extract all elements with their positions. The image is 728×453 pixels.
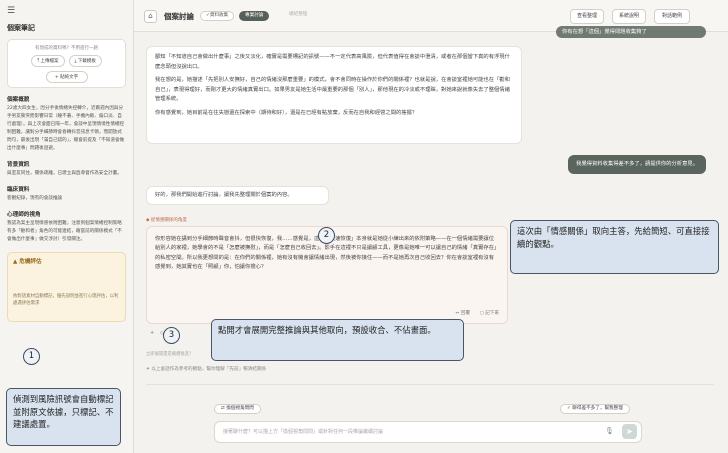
send-icon[interactable]: ➤: [622, 424, 637, 439]
risk-flag-item[interactable]: 依對話素材自動標記，優先說明並進行心理評估，以利處遇評估需求: [13, 293, 120, 307]
system-help-button[interactable]: 系統說明: [612, 9, 646, 24]
section-body[interactable]: 客觀紀錄，現有的會談推論: [7, 195, 126, 203]
note-button[interactable]: ◻ 記下來: [480, 309, 499, 318]
risk-assessment-heading: ▲ 危機評估: [13, 259, 42, 265]
section-heading: 臨床資料: [7, 187, 30, 193]
perspective-label: ◆ 從情感關係的角度: [146, 218, 187, 223]
finish-and-summarize-button[interactable]: ✓ 聊得差不多了，幫我整理: [560, 404, 630, 414]
section-overview: 個案概貌 22歲大四女生，因分手後情緒失控轉介，近兩週內因與分手男友衝突而影響日…: [7, 95, 126, 153]
message-paragraph: 我在想的是，她描述「先把別人安撫好，自己的情緒沒那麼重要」的模式，會不會同時在操…: [155, 77, 510, 103]
reply-button[interactable]: ↔ 回覆: [455, 309, 470, 318]
chat-input[interactable]: 接著聊什麼？可以描上方「換個視角問問」或針對任何一段推論繼續討論: [214, 421, 642, 443]
assistant-message: 好的，那我們開始進行討論，讓我先整理關於個案的內容。: [146, 186, 329, 205]
message-paragraph: 你有感覺到，她目前是在往失戀還在探索中（期待和好），還是在已經有點放棄，反而在自…: [155, 109, 418, 116]
upload-file-button[interactable]: ⤒ 上傳檔案: [31, 55, 65, 67]
section-body[interactable]: 22歲大四女生，因分手後情緒失控轉介，近兩週內因與分手男友衝突而影響日常（睡不著…: [7, 105, 126, 153]
step-data-collection[interactable]: ✓資料收集: [200, 11, 235, 21]
expand-plus-icon[interactable]: +: [150, 330, 154, 336]
upload-question: 有現成的資料嗎？不用進行一趟: [35, 46, 98, 51]
section-heading: 個案概貌: [7, 97, 30, 103]
annotation-callout-3: 點開才會展開完整推論與其他取向，預設收合、不佔畫面。: [211, 319, 464, 361]
message-paragraph: 鄙知「不知道自己會做出什麼事」之後又淡化，確實是需要標記的訊號——不一定代表高風…: [155, 54, 510, 70]
annotation-callout-2: 這次由「情感關係」取向主答，先給簡短、可直接接續的觀點。: [510, 220, 719, 274]
step-professional-discussion[interactable]: 專業討論: [239, 11, 270, 21]
reference-note: ✦ 以上會話作為參考的觀點，幫你理解「先前」暢清結關係: [146, 367, 267, 372]
microphone-icon[interactable]: 🎙: [605, 427, 614, 435]
section-body[interactable]: 我認為案主呈現情感依附困難，注意到個案情緒控制策略有多「勸和者」角色的可能連結，…: [7, 220, 126, 244]
page-title: 個案討論: [164, 12, 194, 21]
home-icon[interactable]: ⌂: [144, 10, 157, 23]
section-heading: 背景資訊: [7, 162, 30, 168]
card-actions: ↔ 回覆 ◻ 記下來: [455, 309, 499, 318]
dialog-examples-button[interactable]: 對話範例: [654, 9, 690, 24]
user-message: 你有在想「這個」覺得問題收集夠了: [556, 26, 706, 38]
sidebar-toggle-icon[interactable]: ☰: [7, 6, 126, 16]
sidebar: ☰ 個案筆記 有現成的資料嗎？不用進行一趟 ⤒ 上傳檔案 ⤓ 下載模板 + 貼純…: [0, 0, 134, 453]
assistant-message: 鄙知「不知道自己會做出什麼事」之後又淡化，確實是需要標記的訊號——不一定代表高風…: [146, 46, 522, 144]
section-body[interactable]: 與室友同住，關係疏離，已建立與直導督作為安全計畫。: [7, 170, 126, 178]
section-perspective: 心理師的視角 我認為案主呈現情感依附困難，注意到個案情緒控制策略有多「勸和者」角…: [7, 210, 126, 244]
risk-assessment-panel: ▲ 危機評估 依對話素材自動標記，優先說明並進行心理評估，以利處遇評估需求: [7, 252, 126, 322]
expand-hint: 立即展開還是繼續推進？: [146, 352, 194, 357]
upload-panel: 有現成的資料嗎？不用進行一趟 ⤒ 上傳檔案 ⤓ 下載模板 + 貼純文字: [7, 39, 126, 88]
annotation-marker-2: 2: [318, 227, 335, 244]
annotation-callout-1: 偵測到風險訊號會自動標記並附原文依據，只標記、不建議處置。: [6, 388, 121, 446]
section-clinical: 臨床資料 客觀紀錄，現有的會談推論: [7, 185, 126, 203]
download-template-button[interactable]: ⤓ 下載模板: [68, 55, 102, 67]
user-message: 我覺得資料收集得差不多了，請提供你的分析意見。: [568, 155, 706, 174]
step-summary: 總結整理: [289, 12, 308, 17]
sidebar-title: 個案筆記: [7, 24, 35, 32]
divider: [146, 384, 714, 385]
switch-perspective-button[interactable]: ⇄ 換個視角問問: [214, 404, 261, 414]
section-heading: 心理師的視角: [7, 212, 41, 218]
view-summary-button[interactable]: 查看整理: [570, 9, 604, 24]
annotation-marker-1: 1: [23, 348, 40, 365]
section-background: 背景資訊 與室友同住，關係疏離，已建立與直導督作為安全計畫。: [7, 160, 126, 178]
paste-text-button[interactable]: + 貼純文字: [45, 71, 88, 83]
annotation-marker-3: 3: [163, 327, 180, 344]
